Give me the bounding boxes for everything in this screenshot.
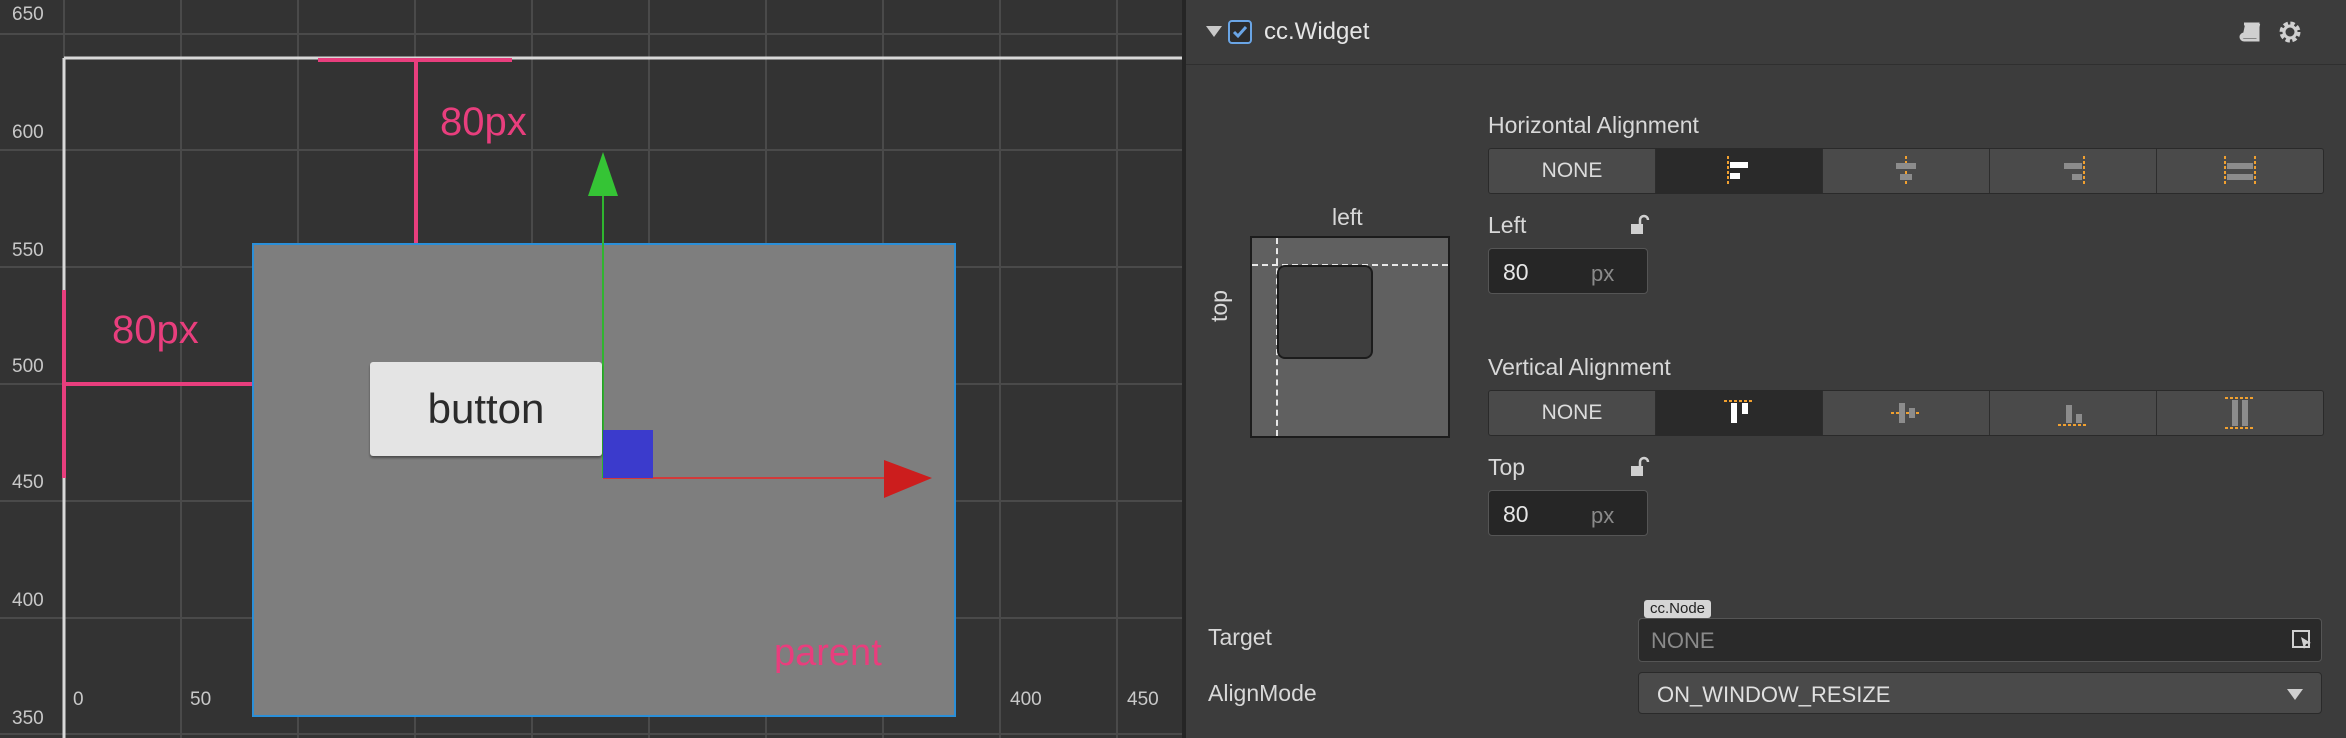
checkmark-icon (1232, 26, 1248, 39)
h-align-right-button[interactable] (1990, 149, 2157, 193)
align-center-icon (1896, 156, 1916, 186)
left-margin-label: 80px (112, 308, 199, 352)
collapse-caret-icon[interactable] (1206, 26, 1222, 37)
top-field-label: Top (1488, 454, 1526, 480)
component-enabled-checkbox[interactable] (1228, 20, 1252, 44)
align-right-icon (2064, 156, 2085, 186)
left-unit[interactable]: px (1591, 261, 1614, 287)
align-mode-value: ON_WINDOW_RESIZE (1657, 682, 1891, 707)
target-label: Target (1208, 624, 1272, 650)
help-book-icon[interactable] (2238, 20, 2264, 46)
top-value: 80 (1503, 501, 1529, 527)
horizontal-alignment-group: NONE (1488, 148, 2324, 194)
unlock-icon[interactable] (1628, 455, 1650, 479)
stretch-horizontal-icon (2224, 156, 2256, 186)
vertical-alignment-title: Vertical Alignment (1488, 354, 1671, 380)
h-align-center-button[interactable] (1823, 149, 1990, 193)
left-field-label: Left (1488, 212, 1527, 238)
button-node[interactable]: button (370, 362, 602, 456)
align-mode-select[interactable]: ON_WINDOW_RESIZE (1638, 672, 2322, 714)
preview-top-label: top (1206, 290, 1232, 322)
v-align-none-label: NONE (1541, 401, 1603, 424)
preview-child-box (1277, 265, 1373, 359)
vertical-alignment-group: NONE (1488, 390, 2324, 436)
align-left-icon (1727, 156, 1748, 186)
h-align-none-button[interactable]: NONE (1489, 149, 1656, 193)
v-align-bottom-button[interactable] (1990, 391, 2157, 435)
align-mode-label: AlignMode (1208, 680, 1317, 706)
x-axis-arrow (884, 460, 932, 498)
top-margin-label: 80px (440, 100, 527, 144)
target-value: NONE (1651, 628, 1715, 653)
horizontal-alignment-title: Horizontal Alignment (1488, 112, 1699, 138)
chevron-down-icon (2287, 689, 2303, 700)
left-value: 80 (1503, 259, 1529, 285)
target-field[interactable]: NONE (1638, 618, 2322, 662)
pick-node-icon[interactable] (2291, 629, 2313, 651)
component-header: cc.Widget (1186, 0, 2346, 65)
target-type-tag: cc.Node (1644, 600, 1712, 618)
v-align-middle-button[interactable] (1823, 391, 1990, 435)
v-align-top-button[interactable] (1656, 391, 1823, 435)
h-stretch-button[interactable] (2157, 149, 2323, 193)
v-align-none-button[interactable]: NONE (1489, 391, 1656, 435)
top-value-input[interactable]: 80 px (1488, 490, 1648, 536)
left-value-input[interactable]: 80 px (1488, 248, 1648, 294)
top-unit[interactable]: px (1591, 503, 1614, 529)
inspector-panel: cc.Widget left top Horizontal Alignment … (1186, 0, 2346, 738)
align-top-icon (1724, 400, 1754, 423)
v-stretch-button[interactable] (2157, 391, 2323, 435)
component-title: cc.Widget (1264, 18, 1370, 45)
align-middle-icon (1891, 403, 1921, 423)
stretch-vertical-icon (2225, 397, 2255, 429)
h-align-left-button[interactable] (1656, 149, 1823, 193)
h-align-none-label: NONE (1541, 159, 1603, 182)
scene-view[interactable]: 650 600 550 500 450 400 350 0 50 400 450… (0, 0, 1182, 738)
widget-preview (1250, 236, 1450, 438)
preview-left-label: left (1332, 204, 1363, 230)
align-bottom-icon (2058, 405, 2088, 426)
unlock-icon[interactable] (1628, 213, 1650, 237)
y-axis-arrow (588, 152, 618, 196)
gear-icon[interactable] (2276, 18, 2304, 46)
parent-label: parent (774, 632, 882, 674)
